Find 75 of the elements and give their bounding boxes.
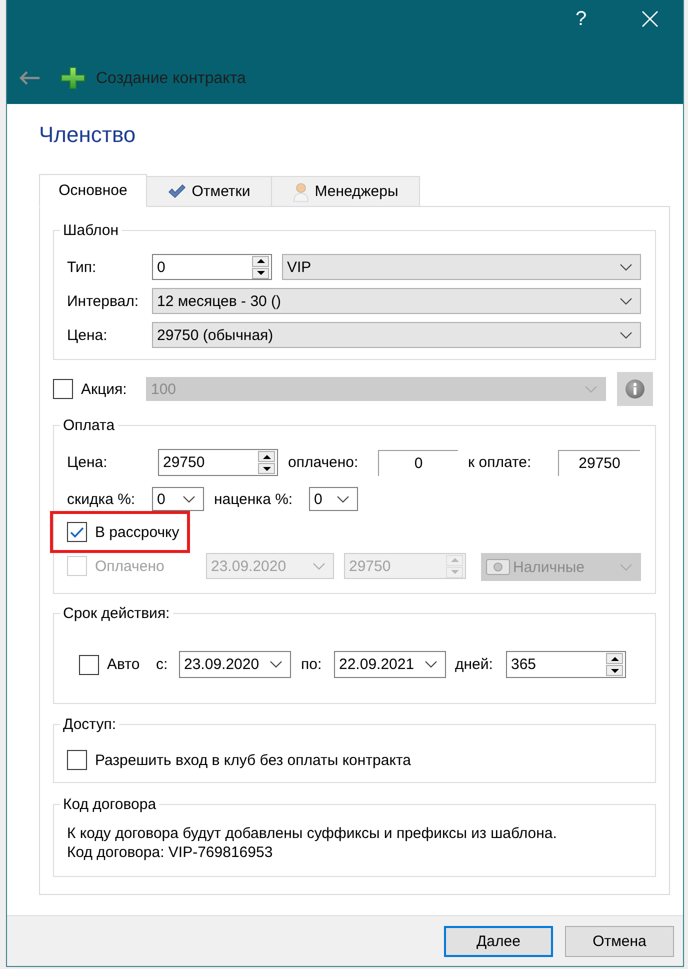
person-icon [292, 182, 309, 202]
spin-down-button[interactable] [258, 463, 275, 474]
dropdown[interactable]: VIP [282, 254, 641, 280]
check-icon [70, 526, 84, 538]
down-triangle-icon [262, 466, 270, 470]
dropdown[interactable]: 0 [152, 487, 204, 511]
field-label: оплачено: [288, 453, 360, 472]
dropdown[interactable]: 29750 (обычная) [152, 322, 641, 348]
amount-field: 29750 [558, 450, 640, 476]
field-label: скидка %: [67, 490, 136, 508]
spin-up-button[interactable] [258, 451, 275, 462]
field-label: к оплате: [468, 453, 532, 472]
field-label: Цена: [67, 326, 108, 344]
field-label: с: [156, 655, 169, 674]
checkbox[interactable] [79, 654, 99, 674]
field-label: Разрешить вход в клуб без оплаты контракта [95, 750, 412, 770]
number-field[interactable]: 29750 [158, 449, 278, 476]
chevron-down-icon [620, 264, 632, 270]
number-field[interactable]: 365 [506, 651, 626, 678]
chevron-down-icon [270, 661, 282, 668]
down-triangle-icon [450, 570, 458, 574]
info-text: Код договора: VIP-769816953 [67, 843, 273, 862]
field-label: Цена: [67, 453, 108, 472]
number-field[interactable]: 0 [152, 254, 272, 280]
tab[interactable]: Основное [39, 174, 147, 207]
spin-down-button[interactable] [252, 268, 269, 278]
field-label: наценка %: [214, 490, 294, 508]
field-label: Тип: [67, 258, 98, 276]
tab[interactable]: Менеджеры [271, 176, 420, 206]
field-label: Авто [107, 655, 141, 674]
chevron-down-icon [585, 386, 597, 392]
field-label: по: [301, 655, 323, 674]
spin-up-button[interactable] [252, 256, 269, 266]
info-button[interactable] [617, 372, 653, 406]
up-triangle-icon [450, 558, 458, 562]
arrow-left-icon [19, 71, 40, 85]
chevron-down-icon [183, 496, 195, 502]
close-icon [642, 11, 658, 27]
field-label: Акция: [81, 380, 128, 398]
checkbox[interactable] [67, 522, 87, 542]
info-icon [625, 379, 645, 399]
help-button[interactable]: ? [558, 0, 604, 38]
field-label: В рассрочку [95, 522, 180, 542]
toolbar-title: Создание контракта [96, 68, 246, 88]
dialog-button[interactable]: Далее [444, 926, 553, 956]
up-triangle-icon [610, 656, 618, 660]
checkmark-icon [168, 184, 186, 199]
date-picker[interactable]: 22.09.2021 [334, 651, 446, 678]
down-triangle-icon [256, 271, 264, 275]
chevron-down-icon [313, 562, 325, 570]
dropdown[interactable]: 12 месяцев - 30 () [152, 288, 641, 314]
field-label: дней: [455, 655, 494, 674]
chevron-down-icon [337, 496, 349, 502]
chevron-down-icon [620, 564, 632, 570]
plus-icon [61, 67, 85, 89]
chevron-down-icon [425, 661, 437, 668]
checkbox[interactable] [67, 750, 87, 770]
field-label: Оплачено [95, 556, 166, 576]
up-triangle-icon [262, 454, 270, 458]
field-label: Интервал: [67, 292, 140, 310]
down-triangle-icon [610, 668, 618, 672]
date-picker[interactable]: 23.09.2020 [179, 651, 291, 678]
dialog-button[interactable]: Отмена [565, 926, 674, 956]
page-title: Членство [39, 121, 136, 149]
up-triangle-icon [256, 259, 264, 263]
chevron-down-icon [620, 298, 632, 304]
tab[interactable]: Отметки [146, 176, 272, 206]
dropdown[interactable]: 0 [309, 487, 358, 511]
group-title: Срок действия: [60, 604, 173, 623]
chevron-down-icon [620, 332, 632, 338]
amount-field: 0 [378, 450, 458, 476]
spin-up-button[interactable] [606, 653, 623, 664]
info-text: К коду договора будут добавлены суффиксы и префиксы из шаблона. [67, 824, 557, 843]
banknote-icon [486, 559, 510, 575]
spin-down-button[interactable] [606, 665, 623, 676]
